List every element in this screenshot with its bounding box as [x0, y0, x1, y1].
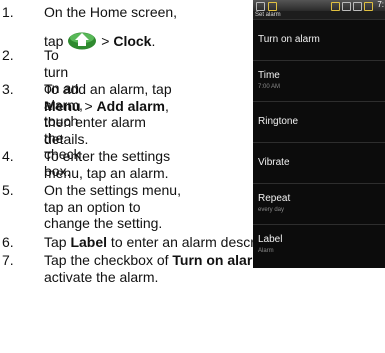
step-line: On the settings menu,: [44, 182, 181, 198]
setting-label: Turn on alarm: [258, 34, 320, 45]
status-clock: 7:: [377, 0, 384, 9]
step-word: Tap: [44, 234, 71, 250]
screen-title: Set alarm: [253, 11, 385, 19]
status-bar: 7:: [253, 0, 385, 11]
step-line: To enter the settings: [44, 148, 171, 164]
step-text: To enter the settings menu, tap an alarm…: [44, 148, 254, 181]
step-number: 6.: [2, 234, 14, 250]
step-number: 5.: [2, 182, 14, 198]
setting-value: 7:00 AM: [258, 84, 281, 90]
setting-vibrate[interactable]: Vibrate: [253, 142, 385, 183]
bold-term: Clock: [113, 32, 152, 49]
setting-value: every day: [258, 207, 285, 213]
step-line: activate the alarm.: [44, 268, 159, 285]
setting-label: Time: [258, 70, 280, 81]
step-line: tap an option to: [44, 198, 141, 215]
step-word: Tap the checkbox of: [44, 252, 173, 268]
separator: >: [97, 32, 114, 49]
setting-turn-on-alarm[interactable]: Turn on alarm: [253, 19, 385, 60]
step-number: 2.: [2, 47, 14, 63]
usb-icon: [268, 2, 277, 11]
separator: >: [80, 97, 97, 114]
setting-repeat[interactable]: Repeat every day: [253, 183, 385, 224]
step-number: 1.: [2, 4, 14, 20]
phone-screenshot: 7: Set alarm Turn on alarm Time 7:00 AM …: [253, 0, 385, 268]
setting-label[interactable]: Label Alarm: [253, 224, 385, 265]
setting-label-text: Label: [258, 234, 283, 245]
signal-icon: [342, 2, 351, 11]
setting-time[interactable]: Time 7:00 AM: [253, 60, 385, 101]
setting-label: Ringtone: [258, 116, 299, 127]
battery-icon: [353, 2, 362, 11]
bold-term: Label: [70, 234, 108, 250]
step-text: On the settings menu, tap an option to c…: [44, 182, 254, 232]
step-text: To add an alarm, tap Menu > Add alarm, t…: [44, 81, 254, 147]
step-line: details.: [44, 130, 89, 147]
step-line: menu, tap an alarm.: [44, 164, 169, 181]
setting-ringtone[interactable]: Ringtone: [253, 101, 385, 142]
punctuation: ,: [165, 97, 169, 114]
bold-term: Menu: [44, 97, 81, 114]
notification-icon: [256, 2, 265, 11]
step-line: change the setting.: [44, 215, 163, 231]
setting-label: Repeat: [258, 193, 291, 204]
step-line: On the Home screen,: [44, 4, 178, 20]
step-number: 4.: [2, 148, 14, 164]
step-number: 3.: [2, 81, 14, 97]
wifi-icon: [331, 2, 340, 11]
step-text: On the Home screen, tap > Clock.: [44, 4, 254, 50]
bold-term: Add alarm: [96, 97, 165, 114]
step-line: To add an alarm, tap: [44, 81, 172, 97]
setting-value: Alarm: [258, 248, 274, 254]
bold-term: Turn on alarm: [172, 252, 265, 268]
step-line: then enter alarm: [44, 114, 146, 130]
setting-label: Vibrate: [258, 157, 290, 168]
alarm-icon: [364, 2, 373, 11]
punctuation: .: [151, 32, 156, 49]
step-number: 7.: [2, 252, 14, 268]
